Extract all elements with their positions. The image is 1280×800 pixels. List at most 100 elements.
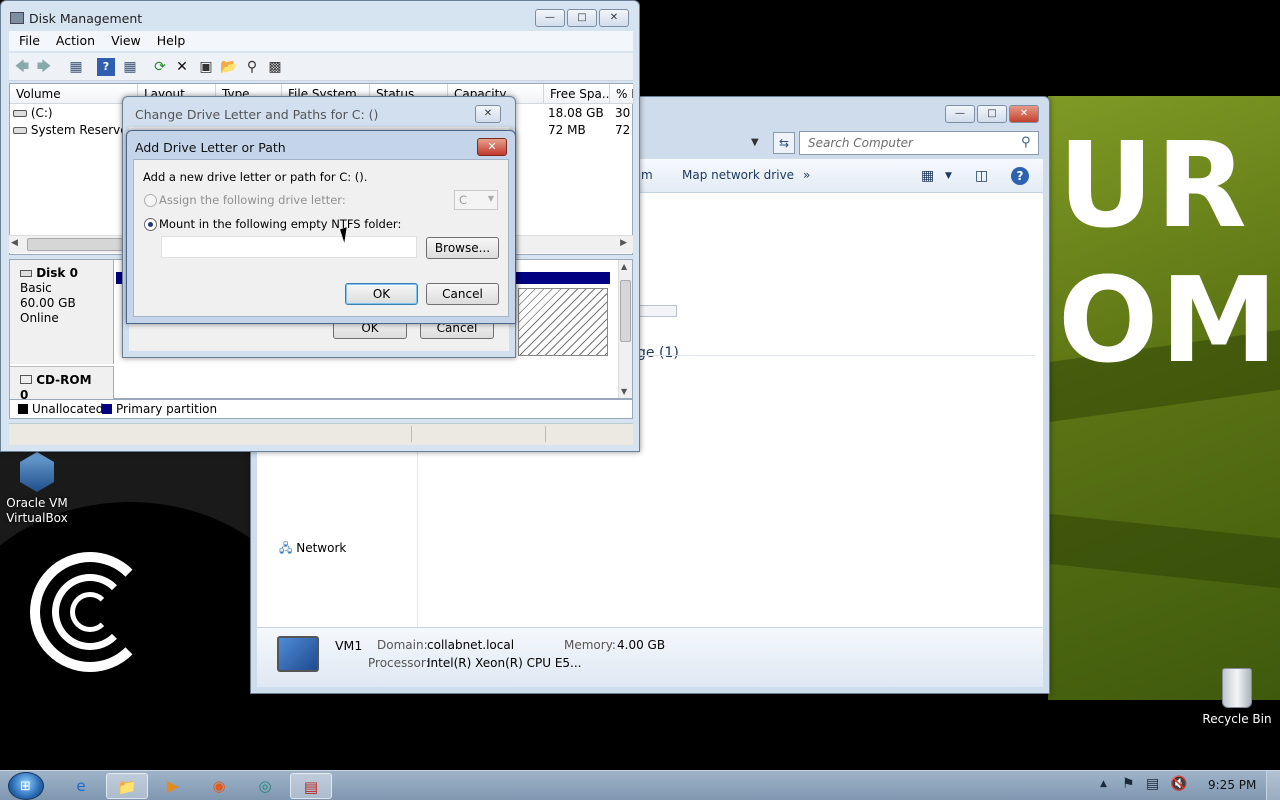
- drive-capacity-bar: [637, 305, 677, 317]
- partition-block-selected[interactable]: [518, 288, 608, 356]
- taskbar-windows-explorer[interactable]: 📁: [106, 773, 148, 799]
- memory-label: Memory:: [564, 638, 616, 652]
- cdrom-0-info[interactable]: CD-ROM 0 CD-ROM (D:): [10, 366, 114, 417]
- scroll-up-icon[interactable]: ▲: [621, 262, 627, 271]
- minimize-button[interactable]: —: [535, 9, 565, 27]
- percent-free-value: 30: [615, 106, 631, 120]
- domain-value: collabnet.local: [427, 638, 515, 652]
- column-header-percent-free[interactable]: % F: [610, 84, 634, 104]
- volume-muted-icon[interactable]: 🔇: [1170, 776, 1187, 792]
- media-player-icon: ▶: [167, 777, 179, 795]
- properties-sheet-icon[interactable]: ▣: [197, 58, 215, 76]
- start-button[interactable]: ⊞: [8, 772, 44, 800]
- cmd-map-network-drive[interactable]: Map network drive: [682, 168, 794, 182]
- address-dropdown-icon[interactable]: ▼: [751, 133, 771, 153]
- wallpaper-text-1: UR: [1058, 116, 1249, 254]
- show-hidden-icons-icon[interactable]: ▲: [1100, 779, 1107, 789]
- back-icon[interactable]: 🡄: [13, 58, 31, 76]
- section-divider: [637, 355, 1035, 356]
- legend-label-primary: Primary partition: [116, 402, 218, 416]
- taskbar-media-player[interactable]: ▶: [152, 773, 194, 799]
- taskbar: ⊞ e 📁 ▶ ◉ ◎ ▤ ▲ ⚑ ▤ 🔇 9:25 PM: [0, 770, 1280, 800]
- disk-type: Basic: [20, 281, 52, 295]
- disk-management-caption-buttons: — □ ✕: [535, 9, 629, 27]
- assign-letter-radio[interactable]: [144, 194, 157, 207]
- volume-name: (C:): [30, 106, 53, 120]
- legend: Unallocated Primary partition: [9, 399, 633, 419]
- search-icon[interactable]: ⚲: [243, 58, 261, 76]
- taskbar-disk-management[interactable]: ▤: [290, 773, 332, 799]
- nav-item-network[interactable]: 🖧 Network: [279, 539, 346, 560]
- disk-icon: [20, 270, 32, 277]
- folder-icon: 📁: [117, 778, 137, 796]
- maximize-button[interactable]: □: [567, 9, 597, 27]
- chevron-down-icon[interactable]: ▼: [945, 171, 952, 181]
- network-icon: 🖧: [279, 541, 293, 555]
- taskbar-app[interactable]: ◎: [244, 773, 286, 799]
- close-button[interactable]: ✕: [475, 105, 501, 123]
- cmd-item-cut[interactable]: m: [641, 168, 653, 182]
- browse-button[interactable]: Browse...: [426, 237, 499, 259]
- maximize-button[interactable]: □: [977, 105, 1007, 123]
- column-header-free-space[interactable]: Free Spa...: [544, 84, 610, 104]
- cmd-more[interactable]: »: [803, 168, 810, 182]
- taskbar-firefox[interactable]: ◉: [198, 773, 240, 799]
- disk-0-info[interactable]: Disk 0 Basic 60.00 GB Online: [10, 260, 114, 364]
- settings-icon[interactable]: ▩: [266, 58, 284, 76]
- refresh-icon[interactable]: ⟳: [151, 58, 169, 76]
- drive-icon: [13, 127, 27, 134]
- cancel-button[interactable]: Cancel: [426, 283, 499, 305]
- column-header-volume[interactable]: Volume: [10, 84, 138, 104]
- clock[interactable]: 9:25 PM: [1208, 778, 1256, 792]
- help-icon[interactable]: ?: [97, 58, 115, 76]
- scroll-down-icon[interactable]: ▼: [621, 387, 627, 396]
- view-options-icon[interactable]: ▦: [921, 168, 934, 184]
- wallpaper-green-panel: UR OM: [1048, 96, 1280, 700]
- menu-view[interactable]: View: [111, 31, 141, 51]
- action-center-flag-icon[interactable]: ⚑: [1122, 776, 1135, 792]
- table-row[interactable]: (C:): [13, 106, 53, 120]
- refresh-icon[interactable]: ⇆: [773, 132, 795, 154]
- taskbar-internet-explorer[interactable]: e: [60, 773, 102, 799]
- open-folder-icon[interactable]: 📂: [220, 58, 238, 76]
- processor-label: Processor:: [368, 656, 430, 670]
- scrollbar-thumb[interactable]: [620, 280, 631, 342]
- close-button[interactable]: ✕: [599, 9, 629, 27]
- close-button[interactable]: ✕: [1009, 105, 1039, 123]
- show-hide-tree-icon[interactable]: ▦: [67, 58, 85, 76]
- scrollbar-thumb[interactable]: [27, 238, 127, 251]
- search-input[interactable]: Search Computer: [799, 131, 1039, 155]
- scroll-right-icon[interactable]: ▶: [620, 238, 627, 248]
- ok-button[interactable]: OK: [345, 283, 418, 305]
- desktop-icon-label: Recycle Bin: [1202, 712, 1272, 726]
- vertical-scrollbar[interactable]: ▲ ▼: [618, 260, 632, 398]
- help-icon[interactable]: ?: [1011, 167, 1029, 185]
- disk-status: Online: [20, 311, 59, 325]
- menu-help[interactable]: Help: [157, 31, 186, 51]
- status-bar: [9, 423, 633, 445]
- show-desktop-button[interactable]: [1266, 771, 1280, 800]
- close-button[interactable]: ✕: [477, 138, 507, 156]
- table-row[interactable]: System Reserved: [13, 123, 135, 137]
- status-divider: [411, 426, 412, 442]
- drive-letter-select[interactable]: C ▼: [454, 190, 498, 210]
- delete-icon[interactable]: ✕: [173, 58, 191, 76]
- folder-path-input[interactable]: [161, 236, 417, 258]
- memory-value: 4.00 GB: [617, 638, 666, 652]
- virtualbox-icon: [20, 452, 54, 492]
- properties-icon[interactable]: ▦: [121, 58, 139, 76]
- preview-pane-icon[interactable]: ◫: [975, 168, 988, 184]
- desktop-icon-virtualbox[interactable]: Oracle VM VirtualBox: [0, 450, 74, 526]
- menu-action[interactable]: Action: [56, 31, 95, 51]
- desktop-icon-recycle-bin[interactable]: Recycle Bin: [1200, 668, 1274, 727]
- forward-icon[interactable]: 🡆: [35, 58, 53, 76]
- minimize-button[interactable]: —: [945, 105, 975, 123]
- disk-name: Disk 0: [20, 266, 103, 281]
- scroll-left-icon[interactable]: ◀: [11, 238, 18, 248]
- dialog-body: Add a new drive letter or path for C: ()…: [133, 159, 509, 317]
- status-divider: [545, 426, 546, 442]
- network-tray-icon[interactable]: ▤: [1146, 776, 1159, 792]
- mount-folder-radio[interactable]: [144, 218, 157, 231]
- menu-file[interactable]: File: [19, 31, 40, 51]
- free-space-value: 72 MB: [548, 123, 586, 137]
